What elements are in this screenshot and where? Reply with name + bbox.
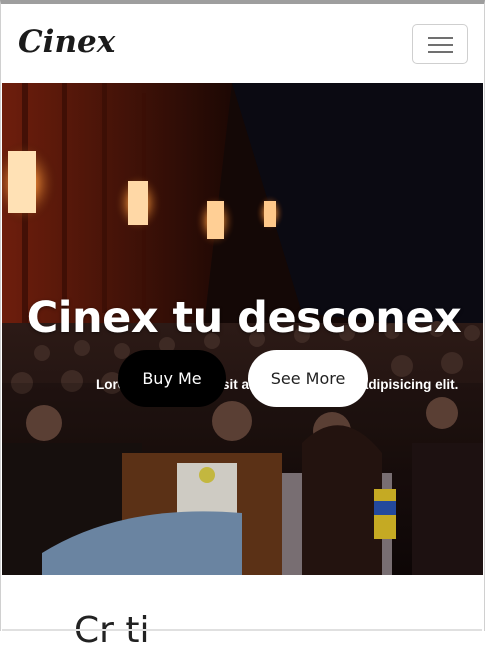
hero-title: Cinex tu desconex [26,293,462,343]
brand-logo[interactable]: Cinex [18,24,115,60]
navbar: Cinex [0,4,485,83]
buy-me-button[interactable]: Buy Me [118,350,226,407]
hamburger-menu-icon [428,44,453,46]
see-more-button[interactable]: See More [248,350,368,407]
hamburger-menu-icon [428,37,453,39]
hero-section: Cinex tu desconex Lorem ipsum dolor sit … [2,83,483,575]
hamburger-menu-icon [428,51,453,53]
menu-toggle-button[interactable] [412,24,468,64]
